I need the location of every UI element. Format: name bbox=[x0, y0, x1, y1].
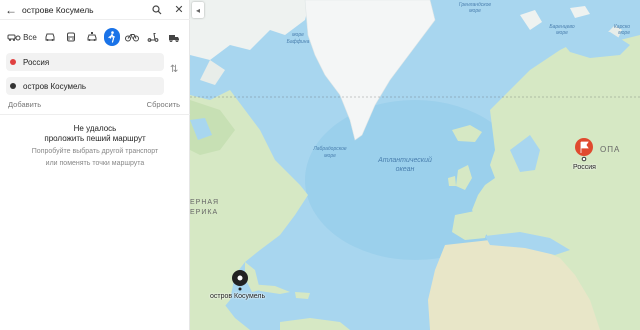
search-input[interactable]: острове Косумель bbox=[22, 5, 146, 15]
bus-icon[interactable] bbox=[63, 28, 80, 46]
no-route-title-2: проложить пеший маршрут bbox=[44, 134, 146, 143]
no-route-hint-2: или поменять точки маршрута bbox=[45, 160, 145, 167]
route-actions: Добавить Сбросить bbox=[8, 100, 180, 109]
walk-icon[interactable] bbox=[104, 28, 120, 46]
collapse-panel-button[interactable]: ◂ bbox=[192, 2, 204, 18]
namerica-partial-label-2: ЕРИКА bbox=[190, 209, 218, 216]
taxi-icon[interactable] bbox=[84, 28, 101, 46]
greenland-sea-label-2: море bbox=[469, 8, 481, 14]
labrador-label-2: море bbox=[324, 153, 336, 159]
reset-button[interactable]: Сбросить bbox=[147, 100, 180, 109]
no-route-title-1: Не удалось bbox=[73, 124, 117, 133]
no-route-hint-1: Попробуйте выбрать другой транспорт bbox=[31, 148, 159, 155]
baffin-label-1: море bbox=[292, 32, 304, 38]
close-icon[interactable]: ✕ bbox=[168, 0, 190, 20]
map-canvas[interactable]: Атлантический океан море Баффина Гренлан… bbox=[190, 0, 640, 330]
search-bar: ← острове Косумель ✕ bbox=[0, 0, 190, 20]
multi-transport-icon bbox=[7, 34, 21, 41]
atlantic-label-2: океан bbox=[396, 166, 415, 173]
transport-modes: Все bbox=[6, 26, 186, 48]
add-point-button[interactable]: Добавить bbox=[8, 100, 41, 109]
europe-partial-label: ОПА bbox=[600, 145, 620, 154]
no-route-message: Не удалось проложить пеший маршрут Попро… bbox=[0, 124, 190, 168]
namerica-partial-label-1: ЕРНАЯ bbox=[190, 199, 219, 206]
end-dot-icon bbox=[10, 83, 16, 89]
bicycle-icon[interactable] bbox=[124, 28, 141, 46]
route-from-label: Россия bbox=[23, 57, 50, 67]
start-dot-icon bbox=[10, 59, 16, 65]
route-point-from[interactable]: Россия bbox=[6, 53, 164, 71]
mode-all-button[interactable]: Все bbox=[6, 28, 38, 46]
mode-all-label: Все bbox=[23, 32, 37, 42]
back-arrow-icon[interactable]: ← bbox=[0, 3, 22, 17]
baffin-label-2: Баффина bbox=[287, 39, 310, 45]
car-icon[interactable] bbox=[42, 28, 59, 46]
kara-label-2: море bbox=[618, 30, 630, 36]
origin-label: Россия bbox=[573, 164, 596, 171]
route-panel: ← острове Косумель ✕ Все Россия остров К… bbox=[0, 0, 190, 330]
divider bbox=[0, 114, 190, 115]
destination-point bbox=[238, 287, 242, 291]
search-icon[interactable] bbox=[146, 0, 168, 20]
atlantic-label-1: Атлантический bbox=[377, 156, 432, 164]
labrador-label-1: Лабрадорское bbox=[312, 146, 347, 152]
route-to-label: остров Косумель bbox=[23, 81, 87, 91]
destination-label: остров Косумель bbox=[210, 293, 266, 300]
swap-points-icon[interactable]: ⇅ bbox=[170, 64, 178, 75]
route-point-to[interactable]: остров Косумель bbox=[6, 77, 164, 95]
barents-label-2: море bbox=[556, 30, 568, 36]
destination-pin-dot bbox=[237, 275, 243, 281]
origin-point bbox=[581, 156, 587, 162]
scooter-icon[interactable] bbox=[144, 28, 161, 46]
hispaniola bbox=[295, 292, 310, 299]
truck-icon[interactable] bbox=[165, 28, 182, 46]
